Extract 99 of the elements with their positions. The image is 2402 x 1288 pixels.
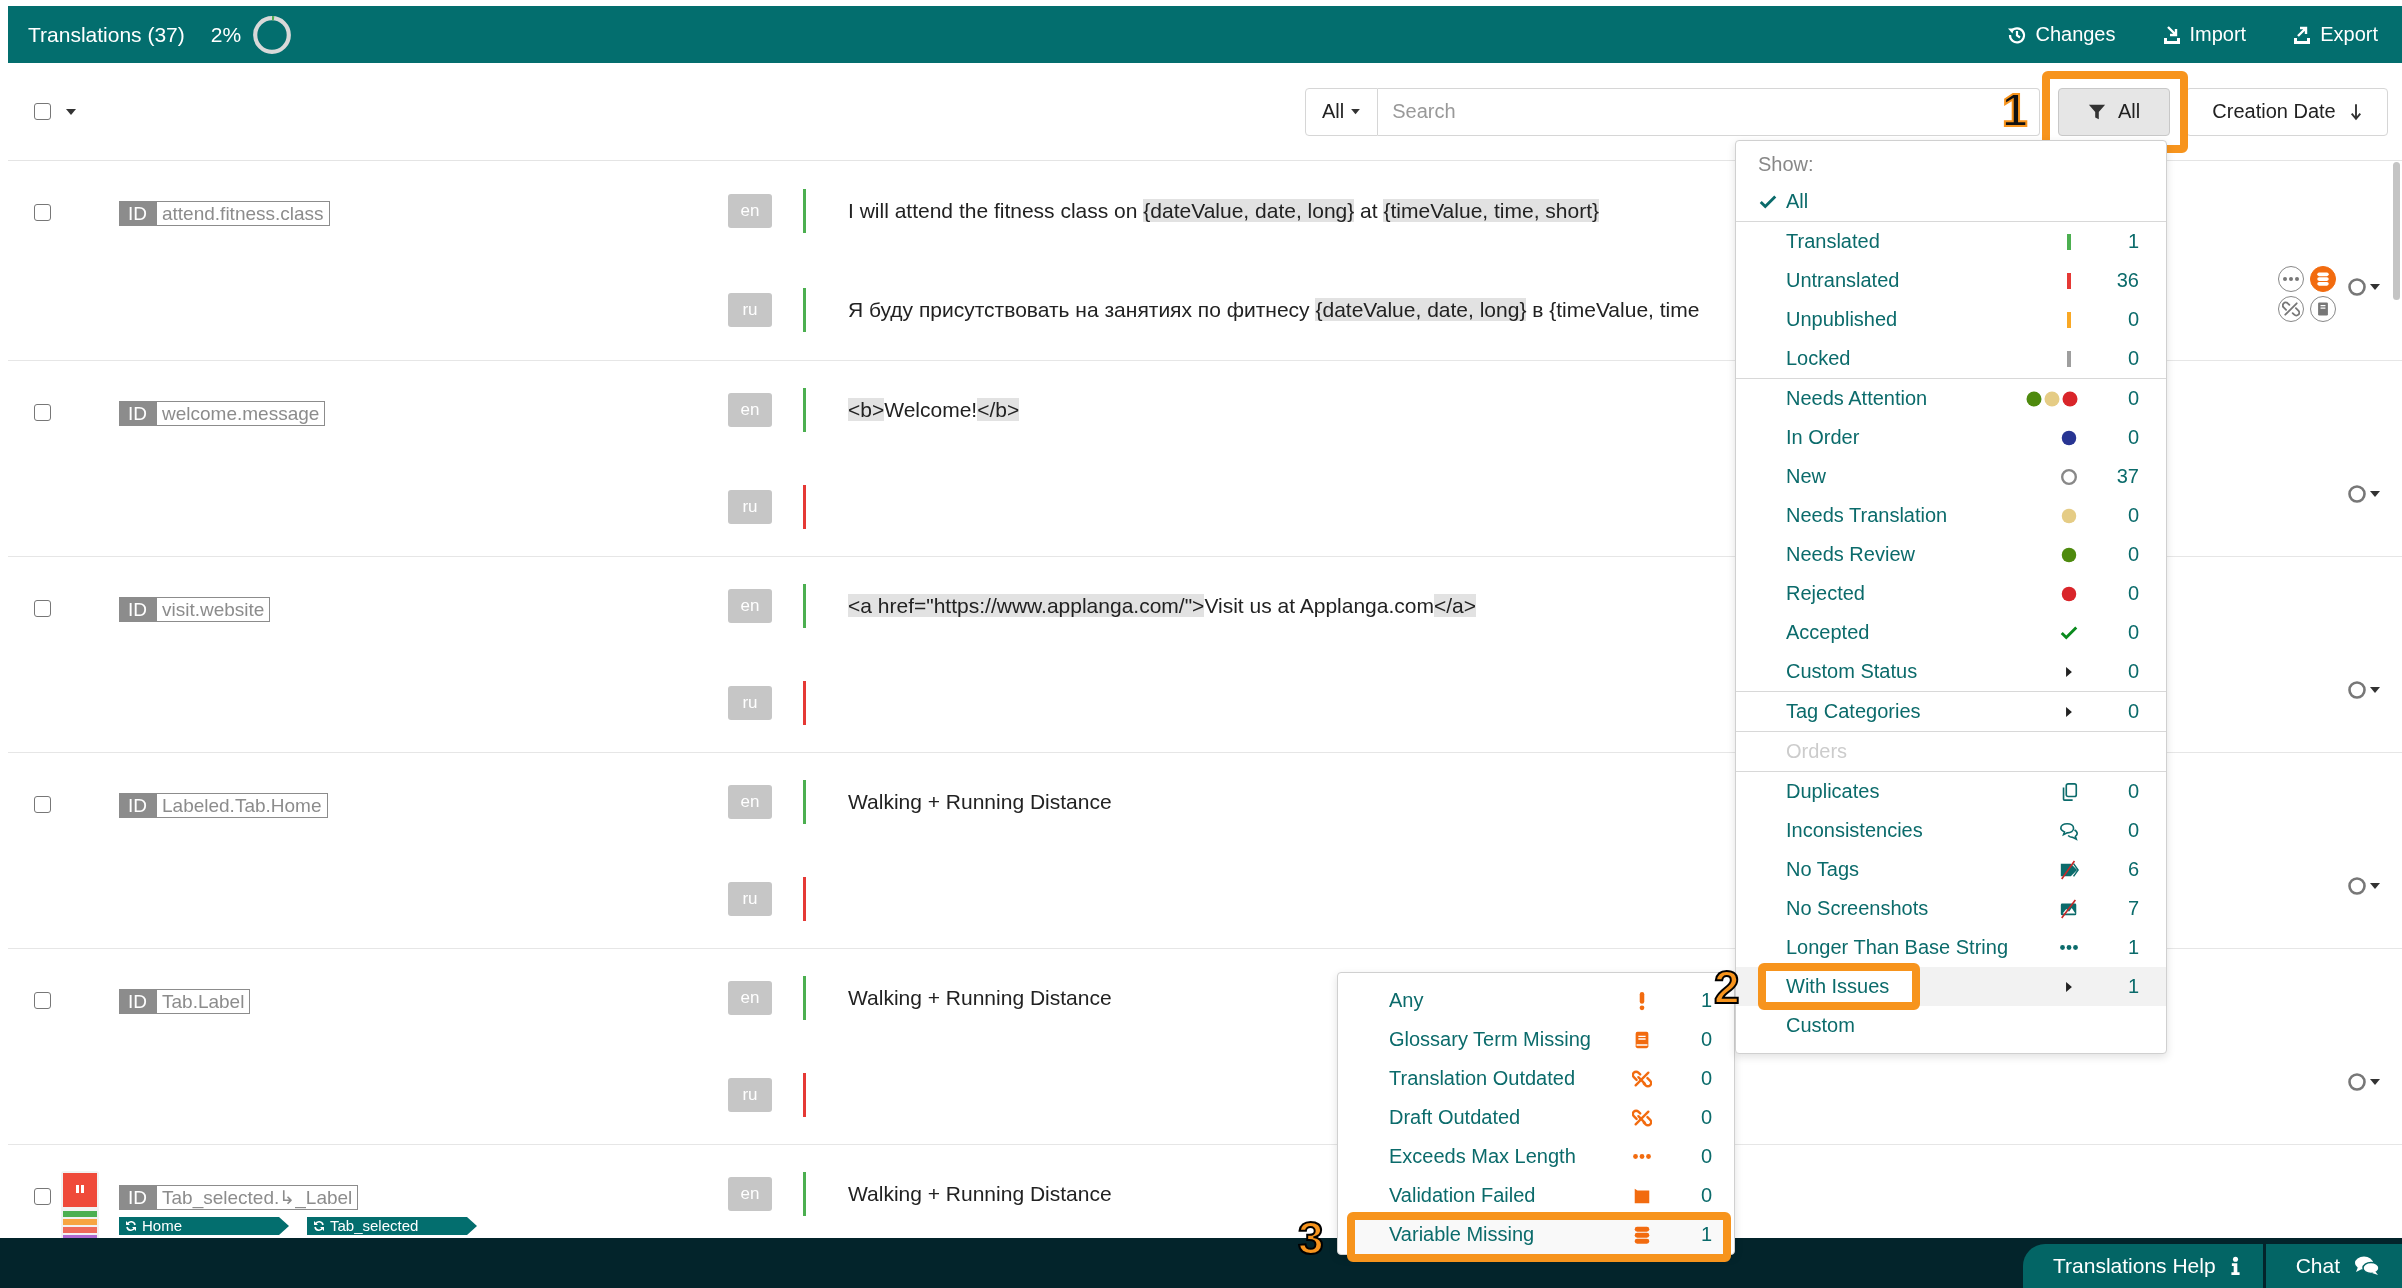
ellipsis-icon <box>2060 945 2078 950</box>
menu-item[interactable]: Translated 1 <box>1736 222 2166 261</box>
row-checkbox[interactable] <box>34 204 51 221</box>
select-all-checkbox[interactable] <box>34 103 51 120</box>
translation-text[interactable]: Walking + Running Distance <box>848 789 1112 814</box>
translation-text[interactable]: I will attend the fitness class on {dateValue, date, long} at {timeValue, time, short} <box>848 198 1600 223</box>
menu-item[interactable]: Variable Missing 1 <box>1338 1215 1734 1254</box>
tag-label[interactable]: Tab_selected <box>307 1217 477 1235</box>
menu-item[interactable]: No Tags 6 <box>1736 850 2166 889</box>
page-title: Translations (37) <box>28 22 185 47</box>
string-id: ID visit.website <box>119 597 271 622</box>
database-icon <box>2314 270 2332 288</box>
arrow-down-icon <box>2349 102 2362 121</box>
language-badge: en <box>728 1176 772 1211</box>
status-dropdown[interactable] <box>2346 1072 2382 1092</box>
row-checkbox[interactable] <box>34 796 51 813</box>
status-dropdown[interactable] <box>2346 876 2382 896</box>
menu-heading: Show: <box>1757 152 1815 177</box>
language-badge: en <box>728 784 772 819</box>
string-id: ID welcome.message <box>119 401 326 426</box>
menu-item[interactable]: Untranslated 36 <box>1736 261 2166 300</box>
caret-down-icon <box>1350 108 1362 115</box>
export-icon <box>2292 24 2313 45</box>
footer-button[interactable]: Translations Help <box>2023 1244 2263 1288</box>
sync-icon <box>313 1220 325 1232</box>
row-checkbox[interactable] <box>34 992 51 1009</box>
progress-percent: 2% <box>210 22 242 47</box>
menu-item[interactable]: Rejected 0 <box>1736 574 2166 613</box>
menu-item[interactable]: No Screenshots 7 <box>1736 889 2166 928</box>
translation-text[interactable]: Я буду присутствовать на занятиях по фитнесу {dateValue, date, long} в {timeValue, time <box>848 297 1700 322</box>
row-checkbox[interactable] <box>34 600 51 617</box>
row-checkbox[interactable] <box>34 404 51 421</box>
menu-item[interactable]: Draft Outdated 0 <box>1338 1098 1734 1137</box>
menu-item[interactable]: Translation Outdated 0 <box>1338 1059 1734 1098</box>
language-badge: ru <box>728 685 772 720</box>
tag-label[interactable]: Home <box>119 1217 289 1235</box>
menu-item[interactable]: Exceeds Max Length 0 <box>1338 1137 1734 1176</box>
menu-item[interactable]: Needs Translation 0 <box>1736 496 2166 535</box>
language-badge: en <box>728 980 772 1015</box>
caret-down-icon[interactable] <box>65 107 77 116</box>
menu-item[interactable]: Custom Status 0 <box>1736 652 2166 691</box>
string-id: ID Tab_selected.↳_Label <box>119 1185 359 1210</box>
language-badge: ru <box>728 292 772 327</box>
translation-text[interactable]: Walking + Running Distance <box>848 985 1112 1010</box>
filter-button[interactable]: All <box>2058 87 2170 136</box>
crossed-image-icon <box>2059 898 2079 919</box>
import-icon <box>2161 24 2182 45</box>
menu-item[interactable]: All <box>1736 182 2166 221</box>
crossed-tag-icon <box>2059 859 2079 880</box>
broken-link-icon <box>1632 1068 1652 1089</box>
history-icon <box>2007 24 2028 45</box>
menu-item[interactable]: Validation Failed 0 <box>1338 1176 1734 1215</box>
callout-number: 1 <box>2002 86 2028 133</box>
language-badge: ru <box>728 881 772 916</box>
ring-icon <box>2059 466 2079 487</box>
language-badge: en <box>728 588 772 623</box>
chat-icon <box>2059 820 2079 841</box>
funnel-icon <box>2087 102 2106 121</box>
header-action[interactable]: Import <box>2161 23 2247 46</box>
scope-dropdown[interactable]: All <box>1305 87 1379 136</box>
row-checkbox[interactable] <box>34 1188 51 1205</box>
progress-ring <box>251 13 294 56</box>
scrollbar-thumb[interactable] <box>2393 162 2400 300</box>
issue-badge[interactable] <box>2310 266 2336 292</box>
menu-item[interactable]: Glossary Term Missing 0 <box>1338 1020 1734 1059</box>
translation-text[interactable]: <b>Welcome!</b> <box>848 397 1020 422</box>
language-badge: en <box>728 392 772 427</box>
header-action[interactable]: Changes <box>2007 23 2116 46</box>
language-badge: ru <box>728 1077 772 1112</box>
translation-text[interactable]: Walking + Running Distance <box>848 1181 1112 1206</box>
database-icon <box>1632 1224 1652 1245</box>
menu-item[interactable]: Longer Than Base String 1 <box>1736 928 2166 967</box>
broken-link-icon <box>1632 1107 1652 1128</box>
chat-icon <box>2354 1255 2380 1277</box>
broken-link-icon <box>2282 300 2300 318</box>
menu-item[interactable]: In Order 0 <box>1736 418 2166 457</box>
menu-item[interactable]: Tag Categories 0 <box>1736 692 2166 731</box>
menu-item[interactable]: Inconsistencies 0 <box>1736 811 2166 850</box>
sync-icon <box>125 1220 137 1232</box>
footer-button[interactable]: Chat <box>2265 1244 2402 1288</box>
status-dropdown[interactable] <box>2346 680 2382 700</box>
ellipsis-icon <box>2283 277 2299 281</box>
menu-item[interactable]: Locked 0 <box>1736 339 2166 378</box>
string-id: ID Tab.Label <box>119 989 251 1014</box>
header-action[interactable]: Export <box>2292 23 2378 46</box>
menu-item[interactable]: Unpublished 0 <box>1736 300 2166 339</box>
menu-item[interactable]: New 37 <box>1736 457 2166 496</box>
status-dropdown[interactable] <box>2346 277 2382 297</box>
ellipsis-icon <box>1633 1154 1651 1159</box>
menu-item[interactable]: Accepted 0 <box>1736 613 2166 652</box>
menu-item[interactable]: Duplicates 0 <box>1736 772 2166 811</box>
menu-item[interactable]: Needs Review 0 <box>1736 535 2166 574</box>
language-badge: en <box>728 193 772 228</box>
string-id: ID Labeled.Tab.Home <box>119 793 328 818</box>
status-dropdown[interactable] <box>2346 484 2382 504</box>
info-icon <box>2229 1256 2241 1276</box>
string-id: ID attend.fitness.class <box>119 201 330 226</box>
menu-item[interactable]: Needs Attention 0 <box>1736 379 2166 418</box>
language-badge: ru <box>728 489 772 524</box>
